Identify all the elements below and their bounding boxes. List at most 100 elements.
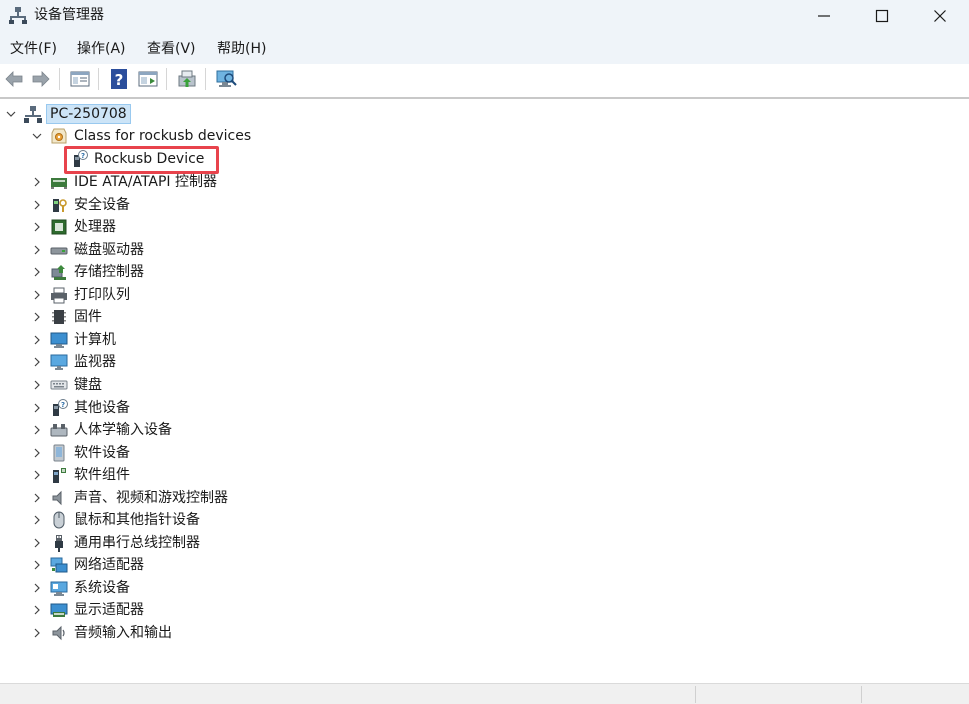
svg-text:?: ? <box>115 71 124 89</box>
tree-category-label[interactable]: 安全设备 <box>74 195 130 215</box>
chevron-right-icon[interactable] <box>30 536 44 550</box>
chevron-right-icon[interactable] <box>30 310 44 324</box>
chevron-down-icon[interactable] <box>4 107 18 121</box>
chevron-right-icon[interactable] <box>30 558 44 572</box>
menu-view[interactable]: 查看(V) <box>147 40 196 58</box>
chevron-right-icon[interactable] <box>30 288 44 302</box>
tree-category[interactable]: 软件设备 <box>30 442 130 464</box>
chevron-right-icon[interactable] <box>30 446 44 460</box>
maximize-icon <box>875 9 889 23</box>
minimize-button[interactable] <box>795 0 853 32</box>
chevron-right-icon[interactable] <box>30 220 44 234</box>
tree-category[interactable]: 打印队列 <box>30 284 130 306</box>
tree-category-label[interactable]: 固件 <box>74 307 102 327</box>
forward-arrow-icon <box>32 71 50 87</box>
tree-category-label[interactable]: 软件设备 <box>74 443 130 463</box>
back-button[interactable] <box>2 67 26 91</box>
tree-category-label[interactable]: 鼠标和其他指针设备 <box>74 510 200 530</box>
chevron-right-icon[interactable] <box>30 401 44 415</box>
chevron-right-icon[interactable] <box>30 491 44 505</box>
properties-button[interactable] <box>68 67 92 91</box>
status-separator <box>695 686 696 703</box>
chevron-right-icon[interactable] <box>30 243 44 257</box>
tree-category-label[interactable]: 存储控制器 <box>74 262 144 282</box>
tree-category[interactable]: 声音、视频和游戏控制器 <box>30 487 228 509</box>
tree-category-label[interactable]: 音频输入和输出 <box>74 623 172 643</box>
tree-category-label[interactable]: 其他设备 <box>74 398 130 418</box>
chevron-right-icon[interactable] <box>30 626 44 640</box>
chevron-right-icon[interactable] <box>30 468 44 482</box>
tree-category-label[interactable]: 显示适配器 <box>74 600 144 620</box>
tree-category-label[interactable]: 处理器 <box>74 217 116 237</box>
tree-root-label[interactable]: PC-250708 <box>46 104 131 124</box>
tree-category-label[interactable]: IDE ATA/ATAPI 控制器 <box>74 172 217 192</box>
tree-category[interactable]: ? 其他设备 <box>30 397 130 419</box>
update-driver-button[interactable] <box>175 67 199 91</box>
tree-category[interactable]: 键盘 <box>30 374 102 396</box>
tree-category-label[interactable]: 网络适配器 <box>74 555 144 575</box>
tree-category-label[interactable]: 软件组件 <box>74 465 130 485</box>
audio-io-icon <box>50 624 68 642</box>
tree-category[interactable]: 通用串行总线控制器 <box>30 532 200 554</box>
title-bar: 设备管理器 <box>0 0 969 34</box>
close-button[interactable] <box>911 0 969 32</box>
chevron-right-icon[interactable] <box>30 513 44 527</box>
tree-category-label[interactable]: 键盘 <box>74 375 102 395</box>
chevron-right-icon[interactable] <box>30 581 44 595</box>
help-button[interactable]: ? <box>107 67 131 91</box>
chevron-right-icon[interactable] <box>30 378 44 392</box>
chevron-right-icon[interactable] <box>30 198 44 212</box>
maximize-button[interactable] <box>853 0 911 32</box>
tree-category[interactable]: 人体学输入设备 <box>30 419 172 441</box>
tree-category-label[interactable]: 计算机 <box>74 330 116 350</box>
tree-root[interactable]: PC-250708 <box>4 103 131 125</box>
tree-category[interactable]: 音频输入和输出 <box>30 622 172 644</box>
chevron-right-icon[interactable] <box>30 175 44 189</box>
tree-category[interactable]: 系统设备 <box>30 577 130 599</box>
tree-category[interactable]: 磁盘驱动器 <box>30 239 144 261</box>
hid-icon <box>50 421 68 439</box>
tree-category[interactable]: 鼠标和其他指针设备 <box>30 509 200 531</box>
toolbar-separator <box>205 68 206 90</box>
svg-text:?: ? <box>81 152 85 160</box>
chevron-right-icon[interactable] <box>30 333 44 347</box>
keyboard-icon <box>50 376 68 394</box>
menu-help[interactable]: 帮助(H) <box>217 40 266 58</box>
tree-category-label[interactable]: 系统设备 <box>74 578 130 598</box>
menu-action[interactable]: 操作(A) <box>77 40 126 58</box>
chevron-right-icon[interactable] <box>30 423 44 437</box>
chevron-right-icon[interactable] <box>30 265 44 279</box>
tree-category-label[interactable]: 通用串行总线控制器 <box>74 533 200 553</box>
status-bar <box>0 683 969 704</box>
tree-device-label[interactable]: Rockusb Device <box>94 149 204 169</box>
display-adapter-icon <box>50 601 68 619</box>
forward-button[interactable] <box>29 67 53 91</box>
tree-category[interactable]: 软件组件 <box>30 464 130 486</box>
tree-category-label[interactable]: 声音、视频和游戏控制器 <box>74 488 228 508</box>
toolbar-separator <box>59 68 60 90</box>
chevron-down-icon[interactable] <box>30 129 44 143</box>
tree-category[interactable]: 网络适配器 <box>30 554 144 576</box>
menu-file[interactable]: 文件(F) <box>10 40 57 58</box>
security-device-icon <box>50 196 68 214</box>
tree-category[interactable]: 计算机 <box>30 329 116 351</box>
chevron-right-icon[interactable] <box>30 603 44 617</box>
tree-category-label[interactable]: 监视器 <box>74 352 116 372</box>
tree-category-label[interactable]: 打印队列 <box>74 285 130 305</box>
tree-category-rockusb[interactable]: Class for rockusb devices <box>30 125 251 147</box>
tree-category[interactable]: 存储控制器 <box>30 261 144 283</box>
tree-category[interactable]: 处理器 <box>30 216 116 238</box>
tree-category-label[interactable]: 人体学输入设备 <box>74 420 172 440</box>
close-icon <box>934 10 946 22</box>
tree-device-rockusb[interactable]: ? Rockusb Device <box>70 148 204 170</box>
scan-hardware-button[interactable] <box>214 67 238 91</box>
show-hide-button[interactable] <box>136 67 160 91</box>
tree-category-label[interactable]: 磁盘驱动器 <box>74 240 144 260</box>
tree-category-label[interactable]: Class for rockusb devices <box>74 126 251 146</box>
tree-category[interactable]: 固件 <box>30 306 102 328</box>
chevron-right-icon[interactable] <box>30 355 44 369</box>
tree-category[interactable]: 显示适配器 <box>30 599 144 621</box>
tree-category[interactable]: 安全设备 <box>30 194 130 216</box>
tree-category[interactable]: IDE ATA/ATAPI 控制器 <box>30 171 217 193</box>
tree-category[interactable]: 监视器 <box>30 351 116 373</box>
